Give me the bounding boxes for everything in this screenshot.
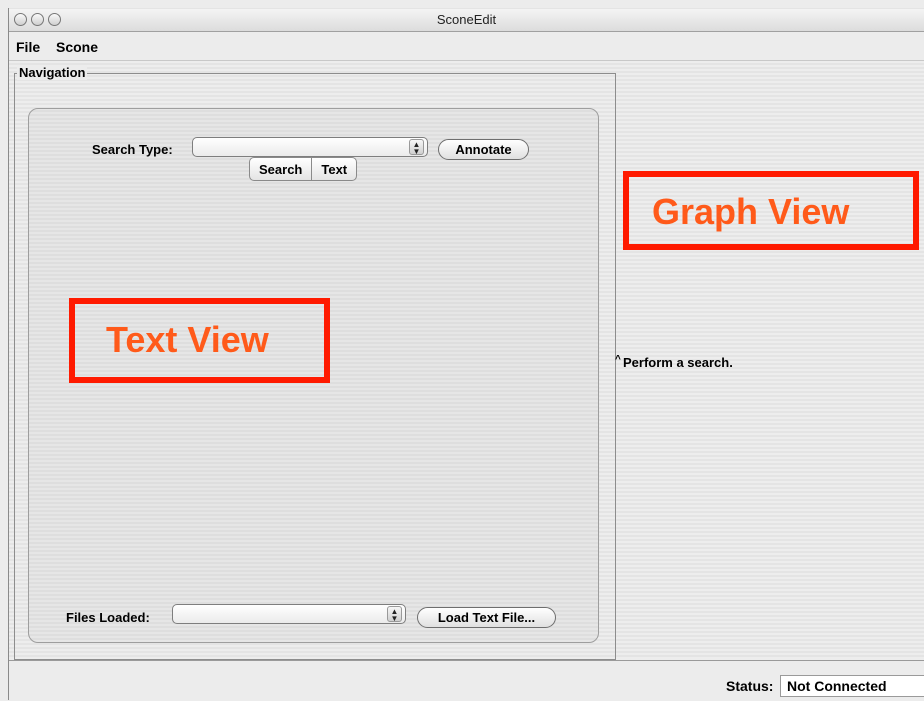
load-text-file-button[interactable]: Load Text File... [417, 607, 556, 628]
files-loaded-label: Files Loaded: [66, 610, 150, 625]
window-title: SconeEdit [436, 12, 497, 27]
tab-search[interactable]: Search [250, 158, 311, 180]
text-view-annotation: Text View [106, 319, 269, 360]
menu-bar: File Scone [9, 32, 924, 61]
graph-hint: Perform a search. [623, 355, 733, 370]
search-type-select[interactable]: ▲ ▼ [192, 137, 428, 157]
hint-caret-icon: ^ [615, 354, 621, 365]
title-bar[interactable]: SconeEdit [9, 9, 924, 32]
select-arrows-icon: ▲ ▼ [409, 139, 424, 156]
status-label: Status: [726, 678, 774, 694]
graph-view-annotation: Graph View [652, 191, 850, 232]
menu-file[interactable]: File [16, 39, 40, 55]
status-bar: Status: Not Connected [9, 660, 924, 701]
main-content: Navigation Search Text Search Type: ▲ ▼ A… [9, 61, 924, 660]
navigation-legend: Navigation [17, 65, 88, 80]
menu-scone[interactable]: Scone [56, 39, 98, 55]
status-value: Not Connected [780, 675, 924, 697]
select-arrows-icon: ▲ ▼ [387, 606, 402, 623]
search-type-label: Search Type: [92, 142, 173, 157]
tab-bar: Search Text [249, 157, 358, 181]
files-loaded-select[interactable]: ▲ ▼ [172, 604, 406, 624]
annotate-button[interactable]: Annotate [438, 139, 529, 160]
tab-text[interactable]: Text [311, 158, 356, 180]
